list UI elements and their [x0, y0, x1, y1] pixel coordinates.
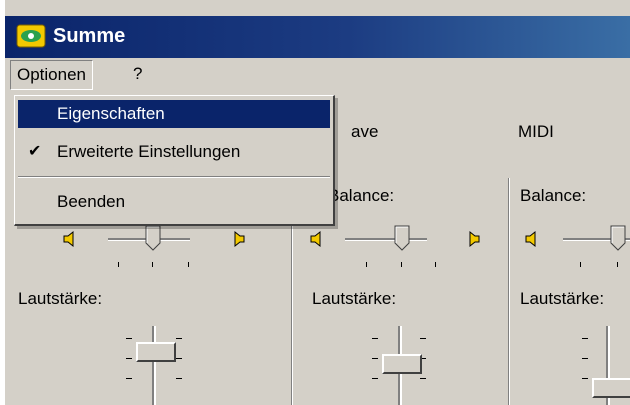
menu-item-label: Eigenschaften [57, 104, 165, 123]
header-midi: MIDI [518, 122, 554, 141]
volume-slider[interactable] [136, 342, 176, 362]
menu-item-label: Beenden [57, 192, 126, 211]
volume-tick [372, 338, 378, 339]
volume-tick [126, 338, 132, 339]
volume-slider[interactable] [592, 378, 630, 398]
speaker-left-icon [310, 230, 321, 248]
volume-slider[interactable] [382, 354, 422, 374]
menu-optionen[interactable]: Optionen [10, 60, 93, 90]
header-wave: ave [351, 122, 379, 141]
volume-tick [372, 358, 378, 359]
menu-item-beenden[interactable]: Beenden [18, 188, 330, 216]
menu-help[interactable]: ? [127, 60, 148, 88]
balance-label: Balance: [520, 186, 587, 205]
menu-item-erweiterte-einstellungen[interactable]: ✔ Erweiterte Einstellungen [18, 138, 330, 166]
volume-track [152, 326, 156, 405]
volume-label: Lautstärke: [18, 289, 103, 308]
balance-track [345, 238, 427, 241]
volume-tick [420, 338, 426, 339]
balance-tick [435, 262, 436, 267]
volume-tick [582, 338, 588, 339]
volume-label: Lautstärke: [312, 289, 397, 308]
optionen-dropdown-menu: Eigenschaften ✔ Erweiterte Einstellungen… [14, 95, 335, 226]
speaker-right-icon [469, 230, 480, 248]
volume-tick [176, 378, 182, 379]
volume-tick [176, 338, 182, 339]
balance-tick [118, 262, 119, 267]
menu-separator [18, 176, 330, 178]
balance-tick [617, 262, 618, 267]
balance-tick [152, 262, 153, 267]
window-title: Summe [53, 25, 126, 47]
title-strip [5, 0, 630, 16]
menu-item-eigenschaften[interactable]: Eigenschaften [18, 100, 330, 128]
volume-tick [176, 358, 182, 359]
menu-item-label: Erweiterte Einstellungen [57, 142, 241, 161]
volume-tick [372, 378, 378, 379]
volume-label: Lautstärke: [520, 289, 605, 308]
speaker-left-icon [525, 230, 536, 248]
volume-tick [420, 378, 426, 379]
speaker-left-icon [63, 230, 74, 248]
volume-tick [126, 378, 132, 379]
volume-tick [126, 358, 132, 359]
column-separator [508, 178, 510, 405]
volume-app-icon [16, 24, 46, 48]
balance-tick [188, 262, 189, 267]
balance-label: Balance: [328, 186, 395, 205]
balance-slider[interactable] [145, 225, 161, 251]
title-bar[interactable]: Summe [5, 16, 630, 58]
balance-tick [401, 262, 402, 267]
menu-bar: Optionen ? [5, 58, 630, 92]
balance-tick [366, 262, 367, 267]
check-icon: ✔ [28, 143, 42, 160]
balance-slider[interactable] [394, 225, 410, 251]
balance-slider[interactable] [610, 225, 626, 251]
volume-tick [582, 358, 588, 359]
volume-tick [582, 378, 588, 379]
speaker-right-icon [234, 230, 245, 248]
balance-tick [580, 262, 581, 267]
